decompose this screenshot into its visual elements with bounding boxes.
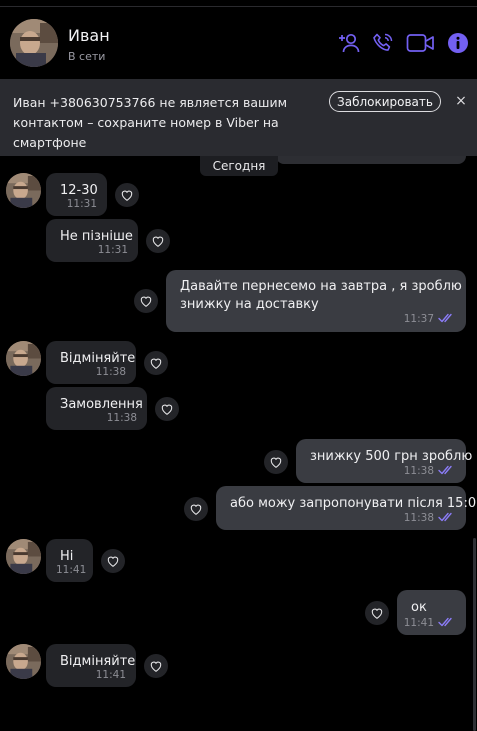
message-time: 11:31 [66, 198, 97, 210]
message-time: 11:41 [56, 564, 87, 576]
message-time: 11:38 [95, 366, 126, 378]
read-receipt-icon [438, 465, 456, 475]
chat-scrollbar[interactable] [473, 538, 476, 731]
previous-message-bubble [276, 156, 466, 164]
message-bubble-incoming[interactable]: Замовлення 11:38 [46, 387, 147, 430]
like-heart-icon[interactable] [101, 549, 125, 573]
banner-line: Иван +380630753766 не является вашим [13, 95, 287, 110]
video-call-icon[interactable] [406, 31, 436, 55]
banner-line: смартфоне [13, 135, 87, 150]
message-text: або можу запропонувати після 15:00 [230, 496, 477, 511]
message-time: 11:41 [95, 669, 126, 681]
like-heart-icon[interactable] [365, 601, 389, 625]
sender-avatar[interactable] [6, 341, 41, 376]
message-text: Давайте пернесемо на завтра , я зроблю з… [180, 278, 462, 314]
contact-avatar[interactable] [10, 19, 58, 67]
message-line: Давайте пернесемо на завтра , я зроблю [180, 279, 462, 294]
message-time: 11:41 [403, 617, 434, 629]
like-heart-icon[interactable] [134, 289, 158, 313]
message-text: знижку 500 грн зроблю [310, 449, 473, 464]
message-time: 11:37 [403, 313, 434, 325]
window-top-edge [0, 0, 477, 7]
info-icon[interactable] [445, 31, 471, 55]
like-heart-icon[interactable] [184, 497, 208, 521]
sender-avatar[interactable] [6, 644, 41, 679]
message-time: 11:38 [403, 512, 434, 524]
message-time: 11:38 [106, 412, 137, 424]
contact-name[interactable]: Иван [68, 26, 110, 45]
banner-message: Иван +380630753766 не является вашим кон… [13, 93, 313, 153]
message-bubble-incoming[interactable]: 12-30 11:31 [46, 173, 107, 216]
like-heart-icon[interactable] [146, 229, 170, 253]
like-heart-icon[interactable] [115, 183, 139, 207]
message-line: знижку на доставку [180, 297, 319, 312]
contact-status: В сети [68, 50, 106, 63]
like-heart-icon[interactable] [144, 654, 168, 678]
message-text: ок [411, 600, 427, 615]
read-receipt-icon [438, 512, 456, 522]
block-button[interactable]: Заблокировать [329, 91, 441, 112]
sender-avatar[interactable] [6, 173, 41, 208]
message-bubble-outgoing[interactable]: Давайте пернесемо на завтра , я зроблю з… [166, 270, 466, 332]
unknown-contact-banner: Иван +380630753766 не является вашим кон… [0, 79, 477, 156]
like-heart-icon[interactable] [144, 351, 168, 375]
like-heart-icon[interactable] [264, 450, 288, 474]
message-bubble-incoming[interactable]: Ні 11:41 [46, 539, 93, 582]
sender-avatar[interactable] [6, 539, 41, 574]
message-bubble-incoming[interactable]: Відміняйте 11:41 [46, 644, 136, 687]
message-bubble-outgoing[interactable]: знижку 500 грн зроблю 11:38 [296, 439, 472, 483]
phone-call-icon[interactable] [370, 31, 396, 55]
message-bubble-incoming[interactable]: Відміняйте 11:38 [46, 341, 136, 384]
message-time: 11:38 [403, 465, 434, 477]
banner-line: контактом – сохраните номер в Viber на [13, 115, 279, 130]
message-bubble-outgoing[interactable]: ок 11:41 [397, 590, 466, 635]
read-receipt-icon [438, 617, 456, 627]
add-contact-icon[interactable] [337, 31, 363, 55]
message-time: 11:31 [97, 244, 128, 256]
read-receipt-icon [438, 313, 456, 323]
message-bubble-incoming[interactable]: Не пізніше 11:31 [46, 219, 138, 262]
close-icon[interactable]: × [452, 91, 470, 111]
chat-header: Иван В сети [0, 7, 477, 79]
like-heart-icon[interactable] [155, 397, 179, 421]
date-separator: Сегодня [200, 156, 278, 176]
message-bubble-outgoing[interactable]: або можу запропонувати після 15:00 11:38 [216, 486, 477, 530]
